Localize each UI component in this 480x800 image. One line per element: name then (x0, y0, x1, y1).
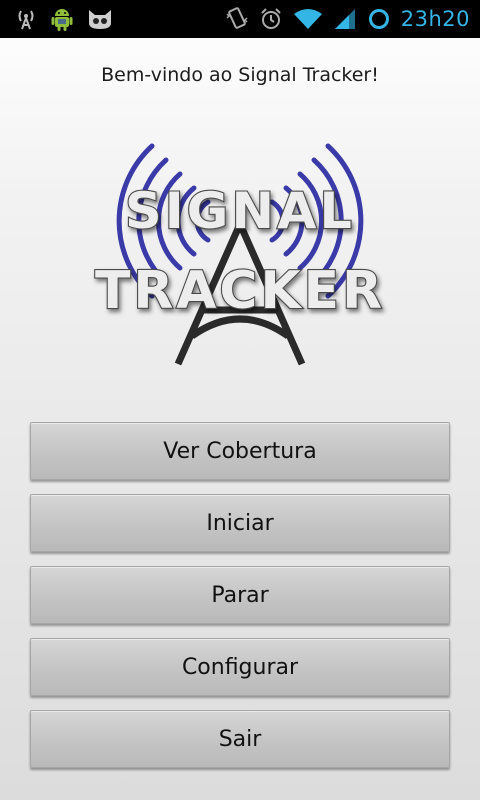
cat-face-icon (86, 7, 114, 31)
wifi-icon (293, 7, 323, 31)
system-icons: 23h20 (225, 0, 480, 38)
iniciar-button[interactable]: Iniciar (30, 494, 450, 552)
logo-line-1: SIGNAL (125, 182, 355, 240)
notification-icons (0, 0, 114, 38)
status-bar: 23h20 (0, 0, 480, 38)
clock: 23h20 (400, 7, 470, 31)
ver-cobertura-button[interactable]: Ver Cobertura (30, 422, 450, 480)
logo-line-2: TRACKER (95, 261, 385, 321)
configurar-button[interactable]: Configurar (30, 638, 450, 696)
vibrate-icon (225, 6, 249, 32)
sair-button[interactable]: Sair (30, 710, 450, 768)
alarm-icon (259, 7, 283, 31)
welcome-text: Bem-vindo ao Signal Tracker! (101, 64, 379, 86)
android-robot-icon (50, 6, 74, 32)
main-menu: Ver Cobertura Iniciar Parar Configurar S… (30, 422, 450, 782)
sync-ring-icon (367, 7, 391, 31)
signal-tracker-logo: SIGNAL TRACKER (94, 143, 385, 366)
signal-broadcast-icon (14, 7, 38, 31)
parar-button[interactable]: Parar (30, 566, 450, 624)
cell-signal-icon (333, 7, 357, 31)
